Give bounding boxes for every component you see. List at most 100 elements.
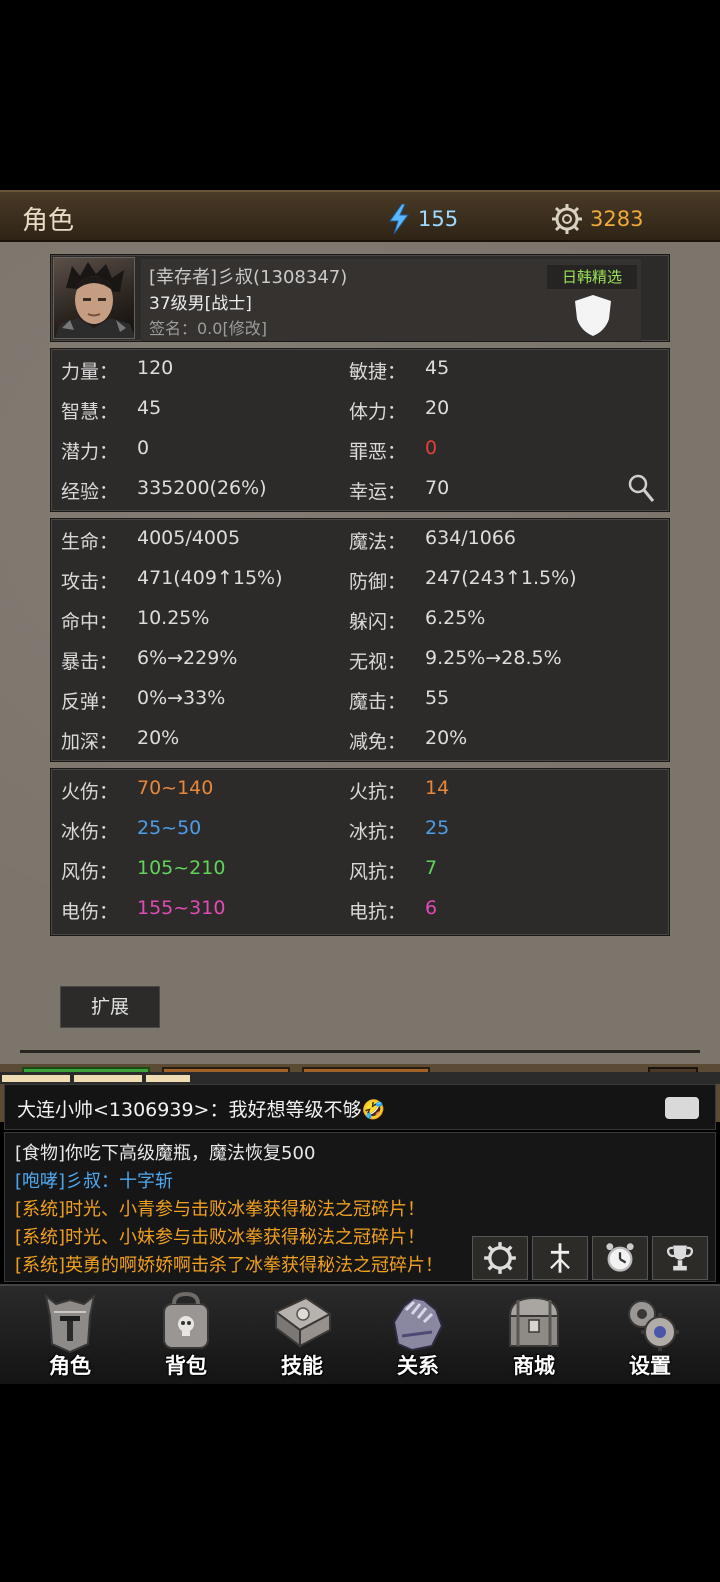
stat-row: 加深： 20% 减免： 20% [51,719,669,759]
stat-value: 7 [425,857,438,879]
nav-label: 商城 [513,1354,555,1378]
stat-value: 25 [425,817,450,839]
stat-label: 幸运： [349,481,407,503]
stat-label: 魔法： [349,531,407,553]
lightning-icon [389,204,409,234]
treasure-chest-icon [508,1296,560,1347]
gold-value: 3283 [590,207,644,231]
skill-book-icon [274,1296,332,1348]
chat-input-bar[interactable]: 大连小帅<1306939>：我好想等级不够🤣 [4,1084,716,1130]
stat-value: 55 [425,687,450,709]
energy-display: 155 [388,204,458,234]
stat-row: 冰伤： 25~50 冰抗： 25 [51,809,669,849]
stat-label: 冰伤： [61,821,119,843]
gear-coin-icon [552,204,582,234]
stat-row: 暴击： 6%→229% 无视： 9.25%→28.5% [51,639,669,679]
stat-value: 20% [425,727,468,749]
stat-row: 攻击： 471(409↑15%) 防御： 247(243↑1.5%) [51,559,669,599]
divider [20,1050,700,1053]
server-tag: 日韩精选 [547,265,637,289]
stat-label: 火抗： [349,781,407,803]
stat-row: 潜力： 0 罪恶： 0 [51,429,669,469]
stat-label: 命中： [61,611,119,633]
gauntlet-icon [392,1296,444,1352]
magnifier-icon[interactable] [627,473,655,503]
chat-line: [咆哮]彡叔：十字斩 [15,1171,174,1192]
chat-line: [系统]英勇的啊娇娇啊击杀了冰拳获得秘法之冠碎片！ [15,1255,444,1276]
nav-settings[interactable]: 设置 [592,1286,708,1386]
nav-backpack[interactable]: 背包 [128,1286,244,1386]
profile-card: [幸存者]彡叔(1308347) 37级男[战士] 签名：0.0[修改] 日韩精… [50,254,670,342]
stat-label: 力量： [61,361,119,383]
nav-skills[interactable]: 技能 [244,1286,360,1386]
stat-value: 45 [137,397,162,419]
stat-row: 风伤： 105~210 风抗： 7 [51,849,669,889]
gold-display: 3283 [552,204,643,234]
stat-value: 4005/4005 [137,527,241,549]
trophy-icon[interactable] [652,1236,708,1280]
stat-value: 247(243↑1.5%) [425,567,577,589]
nav-character[interactable]: 角色 [12,1286,128,1386]
stat-row: 火伤： 70~140 火抗： 14 [51,769,669,809]
stat-label: 冰抗： [349,821,407,843]
stat-row: 电伤： 155~310 电抗： 6 [51,889,669,929]
stat-value: 6%→229% [137,647,238,669]
chat-line: [食物]你吃下高级魔瓶，魔法恢复500 [15,1143,316,1164]
nav-relations[interactable]: 关系 [360,1286,476,1386]
nav-shop[interactable]: 商城 [476,1286,592,1386]
stat-label: 攻击： [61,571,119,593]
stat-label: 躲闪： [349,611,407,633]
stat-value: 6 [425,897,438,919]
nav-label: 角色 [49,1354,91,1378]
character-panel: [幸存者]彡叔(1308347) 37级男[战士] 签名：0.0[修改] 日韩精… [0,242,720,1122]
stat-value: 20 [425,397,450,419]
stat-value: 25~50 [137,817,202,839]
stat-label: 智慧： [61,401,119,423]
stat-label: 体力： [349,401,407,423]
element-stats-panel: 火伤： 70~140 火抗： 14 冰伤： 25~50 冰抗： 25 风伤： 105~210 风抗：… [50,768,670,936]
chat-line: [系统]时光、小妹参与击败冰拳获得秘法之冠碎片！ [15,1227,426,1248]
stat-value: 471(409↑15%) [137,567,283,589]
stat-label: 无视： [349,651,407,673]
stat-value: 70~140 [137,777,214,799]
base-stats-panel: 力量： 120 敏捷： 45 智慧： 45 体力： 20 潜力： 0 罪恶： 0 经验： 335200(2… [50,348,670,512]
backpack-icon [163,1292,209,1349]
stat-label: 减免： [349,731,407,753]
shield-icon[interactable] [573,293,613,337]
stat-value: 0 [137,437,150,459]
signature-link[interactable]: 签名：0.0[修改] [149,315,267,339]
warrior-portrait-icon[interactable] [53,257,135,339]
sword-icon[interactable] [532,1236,588,1280]
stat-label: 加深： [61,731,119,753]
stat-value: 45 [425,357,450,379]
stat-value: 6.25% [425,607,486,629]
character-name: [幸存者]彡叔(1308347) [149,267,348,288]
expand-button[interactable]: 扩展 [60,986,160,1028]
stat-label: 暴击： [61,651,119,673]
stat-value: 20% [137,727,180,749]
stat-value: 105~210 [137,857,226,879]
page-indicator-strip [0,1072,720,1084]
stat-label: 火伤： [61,781,119,803]
stat-value: 14 [425,777,450,799]
latest-chat-message: 大连小帅<1306939>：我好想等级不够🤣 [17,1099,386,1121]
profile-info: [幸存者]彡叔(1308347) 37级男[战士] 签名：0.0[修改] 日韩精… [141,259,641,341]
alarm-clock-icon[interactable] [592,1236,648,1280]
stat-value: 10.25% [137,607,210,629]
settings-gear-icon [628,1300,679,1351]
stat-label: 潜力： [61,441,119,463]
stat-label: 风抗： [349,861,407,883]
nav-label: 设置 [629,1354,671,1378]
stat-row: 命中： 10.25% 躲闪： 6.25% [51,599,669,639]
stat-label: 经验： [61,481,119,503]
nav-label: 背包 [165,1354,207,1378]
chat-bubble-icon[interactable] [665,1097,699,1119]
energy-value: 155 [418,207,459,231]
stat-row: 经验： 335200(26%) 幸运： 70 [51,469,669,509]
stat-label: 反弹： [61,691,119,713]
stat-label: 防御： [349,571,407,593]
chat-line: [系统]时光、小青参与击败冰拳获得秘法之冠碎片！ [15,1199,426,1220]
page-title: 角色 [22,206,75,236]
character-level: 37级男[战士] [149,294,252,314]
gear-icon[interactable] [472,1236,528,1280]
